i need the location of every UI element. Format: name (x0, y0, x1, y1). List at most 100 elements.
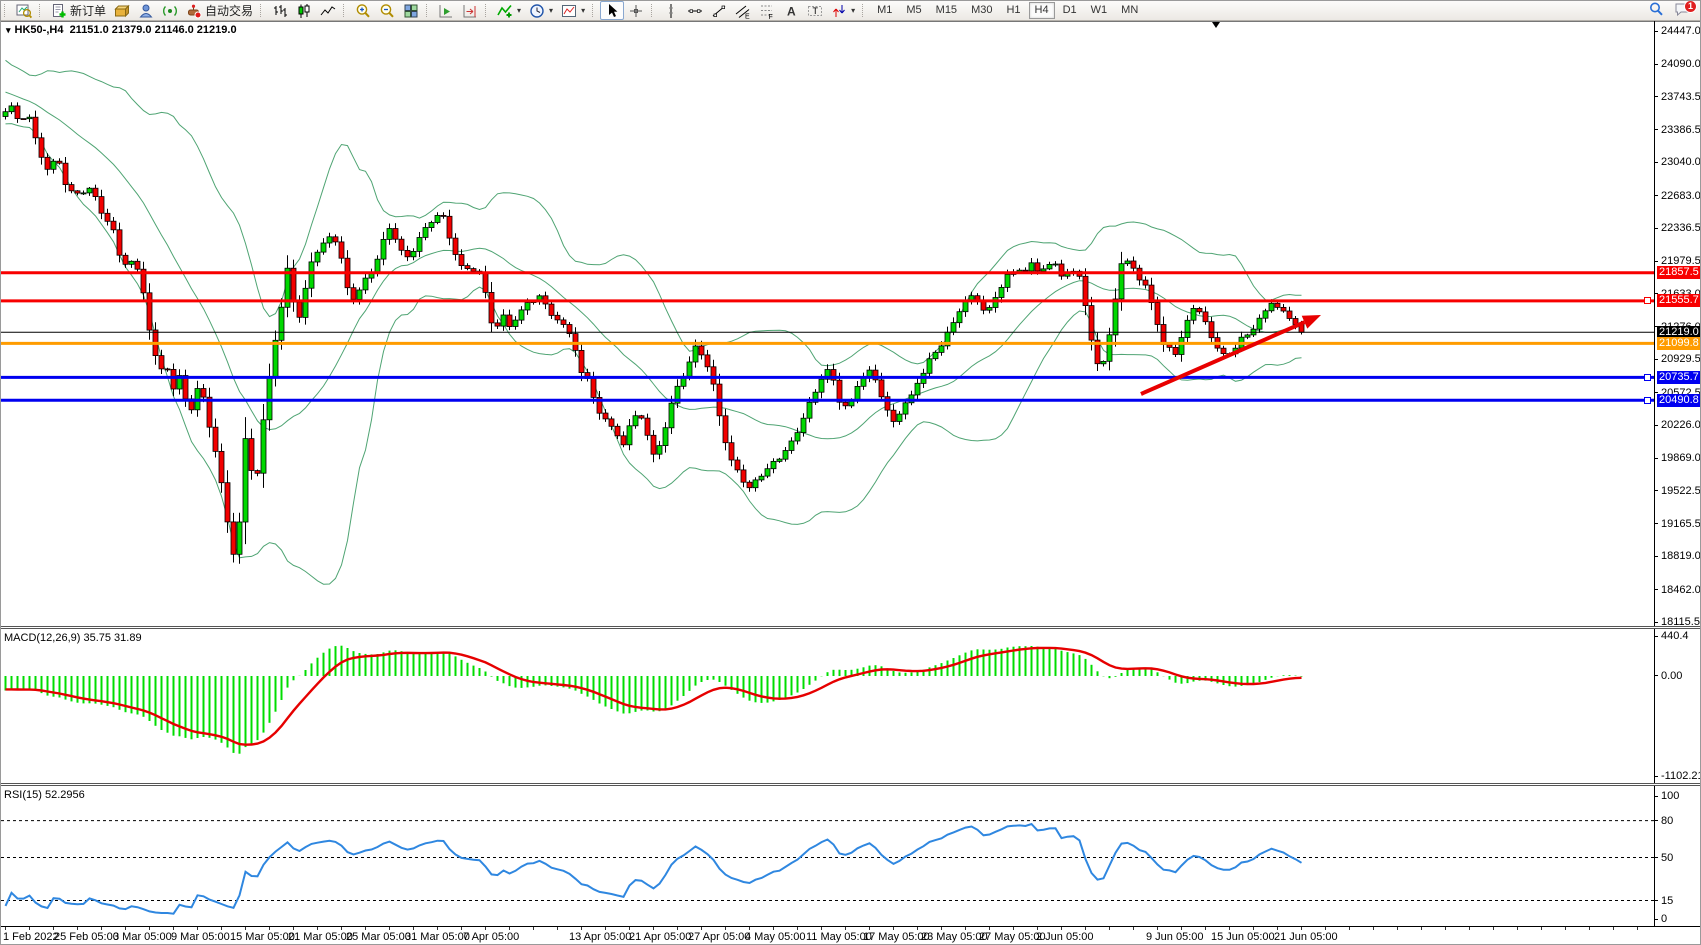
toolbar-group-grip (4, 4, 8, 17)
timeframe-m30-button[interactable]: M30 (965, 2, 998, 19)
period-button[interactable]: ▾ (525, 1, 557, 20)
axis-tick-label: 20929.5 (1661, 353, 1701, 365)
period-icon (529, 3, 545, 19)
shift-chart-button[interactable] (458, 1, 482, 20)
line-anchor-handle[interactable] (1644, 374, 1651, 381)
chat-button[interactable]: 1 (1672, 2, 1692, 19)
crosshair-icon (628, 3, 644, 19)
axis-tick-label: 22683.0 (1661, 190, 1701, 202)
axis-tick-label: 24447.0 (1661, 25, 1701, 37)
time-axis-tick (1517, 927, 1518, 930)
time-axis-tick (1229, 927, 1230, 930)
trend-arrow[interactable] (1141, 315, 1321, 394)
toolbar-group-grip (592, 4, 596, 17)
dropdown-caret-icon[interactable]: ▾ (581, 6, 585, 15)
axis-tick-label: 18462.0 (1661, 584, 1701, 596)
dropdown-caret-icon[interactable]: ▾ (549, 6, 553, 15)
candles-chart-button[interactable] (292, 1, 316, 20)
axis-tick-label: 22336.5 (1661, 222, 1701, 234)
add-indicator-button[interactable]: ▾ (493, 1, 525, 20)
trendline-button[interactable] (707, 1, 731, 20)
timeframe-m15-button[interactable]: M15 (930, 2, 963, 19)
time-axis-tick (1325, 927, 1326, 930)
line-anchor-handle[interactable] (1644, 297, 1651, 304)
timeframe-m5-button[interactable]: M5 (900, 2, 927, 19)
zoom-in-button[interactable] (351, 1, 375, 20)
rsi-indicator-label: RSI(15) 52.2956 (4, 789, 85, 801)
chart-profile-button[interactable] (12, 1, 36, 20)
timeframe-h4-button[interactable]: H4 (1029, 2, 1055, 19)
time-axis-tick (989, 927, 990, 930)
time-axis-tick (1181, 927, 1182, 930)
time-axis-tick (845, 927, 846, 930)
axis-tick-label: 20226.0 (1661, 419, 1701, 431)
price-level-badge: 21099.8 (1657, 337, 1701, 350)
time-axis-tick (29, 927, 30, 930)
toolbar-button-label: 新订单 (70, 2, 106, 19)
time-axis-tick (269, 927, 270, 930)
time-axis-tick (1253, 927, 1254, 930)
main-toolbar: 新订单 自动交易 ▾ ▾ ▾ E F AT ▾ M1M5M15M30H1H4D1W1MN 1 (1, 1, 1701, 21)
price-axis[interactable]: 24447.024090.023743.523386.523040.022683… (1654, 21, 1701, 926)
autoscroll-button[interactable] (434, 1, 458, 20)
shift-chart-icon (462, 3, 478, 19)
deposit-button[interactable] (110, 1, 134, 20)
crosshair-button[interactable] (624, 1, 648, 20)
time-axis[interactable]: 1 Feb 202225 Feb 05:003 Mar 05:009 Mar 0… (1, 927, 1701, 945)
time-axis-tick (653, 927, 654, 930)
time-axis-tick (341, 927, 342, 930)
zoom-out-button[interactable] (375, 1, 399, 20)
new-order-icon (51, 3, 67, 19)
fibonacci-button[interactable]: F (755, 1, 779, 20)
hline-button[interactable] (683, 1, 707, 20)
text-button[interactable]: A (779, 1, 803, 20)
time-axis-label: 17 May 05:00 (863, 931, 930, 943)
candles-chart-icon (296, 3, 312, 19)
line-chart-button[interactable] (316, 1, 340, 20)
timeframe-h1-button[interactable]: H1 (1000, 2, 1026, 19)
autotrade-icon (186, 3, 202, 19)
rsi-panel-separator[interactable] (1, 783, 1701, 786)
line-anchor-handle[interactable] (1644, 397, 1651, 404)
chart-ohlc-values: 21151.0 21379.0 21146.0 21219.0 (70, 24, 237, 36)
time-axis-label: 2 Jun 05:00 (1036, 931, 1094, 943)
chart-top-border (1, 21, 1701, 22)
new-order-button[interactable]: 新订单 (47, 1, 110, 20)
fibonacci-icon: F (759, 3, 775, 19)
macd-panel-separator[interactable] (1, 626, 1701, 629)
svg-text:F: F (769, 14, 773, 19)
label-button[interactable]: T (803, 1, 827, 20)
toolbar-group-grip (260, 4, 264, 17)
timeframe-w1-button[interactable]: W1 (1085, 2, 1114, 19)
dropdown-caret-icon[interactable]: ▾ (517, 6, 521, 15)
time-axis-label: 21 Jun 05:00 (1274, 931, 1338, 943)
time-axis-tick (749, 927, 750, 930)
signal-button[interactable] (158, 1, 182, 20)
time-axis-tick (941, 927, 942, 930)
axis-tick-label: 24090.0 (1661, 58, 1701, 70)
timeframe-m1-button[interactable]: M1 (871, 2, 898, 19)
timeframe-mn-button[interactable]: MN (1115, 2, 1144, 19)
axis-tick-label: 18819.0 (1661, 550, 1701, 562)
support-button[interactable] (134, 1, 158, 20)
time-axis-tick (557, 927, 558, 930)
time-axis-tick (485, 927, 486, 930)
bars-chart-button[interactable] (268, 1, 292, 20)
chart-canvas[interactable] (1, 1, 1654, 945)
search-button[interactable] (1646, 2, 1666, 19)
price-level-badge: 21555.7 (1657, 294, 1701, 307)
arrows-button[interactable]: ▾ (827, 1, 859, 20)
channel-button[interactable]: E (731, 1, 755, 20)
dropdown-caret-icon[interactable]: ▾ (851, 6, 855, 15)
time-axis-tick (965, 927, 966, 930)
time-axis-tick (1637, 927, 1638, 930)
vline-button[interactable] (659, 1, 683, 20)
time-axis-label: 3 Mar 05:00 (113, 931, 172, 943)
template-button[interactable]: ▾ (557, 1, 589, 20)
tile-windows-button[interactable] (399, 1, 423, 20)
timeframe-d1-button[interactable]: D1 (1057, 2, 1083, 19)
cursor-button[interactable] (600, 1, 624, 20)
chart-menu-caret[interactable]: ▾ (6, 25, 11, 35)
autotrade-button[interactable]: 自动交易 (182, 1, 257, 20)
time-axis-tick (821, 927, 822, 930)
